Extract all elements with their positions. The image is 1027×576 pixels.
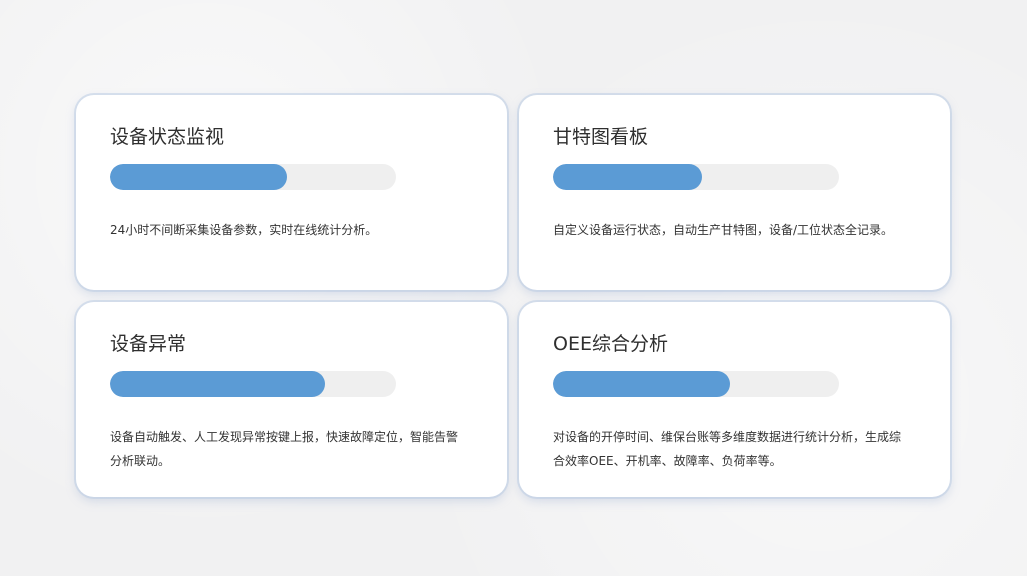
card-title: 甘特图看板: [553, 126, 649, 148]
card-title: OEE综合分析: [553, 333, 668, 355]
progress-bar: [110, 371, 396, 397]
progress-fill: [553, 164, 702, 190]
card-title: 设备状态监视: [110, 126, 225, 148]
feature-card-gantt-board: 甘特图看板 自定义设备运行状态，自动生产甘特图，设备/工位状态全记录。: [519, 95, 950, 290]
progress-bar: [553, 164, 839, 190]
progress-fill: [110, 164, 288, 190]
progress-fill: [553, 371, 731, 397]
card-description: 对设备的开停时间、维保台账等多维度数据进行统计分析，生成综合效率OEE、开机率、…: [553, 430, 902, 468]
card-description: 设备自动触发、人工发现异常按键上报，快速故障定位，智能告警分析联动。: [110, 430, 459, 468]
progress-fill: [110, 371, 325, 397]
progress-bar: [553, 371, 839, 397]
card-description: 24小时不间断采集设备参数，实时在线统计分析。: [110, 223, 378, 237]
feature-card-status-monitor: 设备状态监视 24小时不间断采集设备参数，实时在线统计分析。: [76, 95, 507, 290]
card-title: 设备异常: [110, 333, 187, 355]
feature-card-device-exception: 设备异常 设备自动触发、人工发现异常按键上报，快速故障定位，智能告警分析联动。: [76, 302, 507, 497]
card-description: 自定义设备运行状态，自动生产甘特图，设备/工位状态全记录。: [553, 223, 894, 237]
feature-card-oee-analysis: OEE综合分析 对设备的开停时间、维保台账等多维度数据进行统计分析，生成综合效率…: [519, 302, 950, 497]
feature-card-grid: 设备状态监视 24小时不间断采集设备参数，实时在线统计分析。 甘特图看板 自定义…: [76, 95, 950, 498]
progress-bar: [110, 164, 396, 190]
